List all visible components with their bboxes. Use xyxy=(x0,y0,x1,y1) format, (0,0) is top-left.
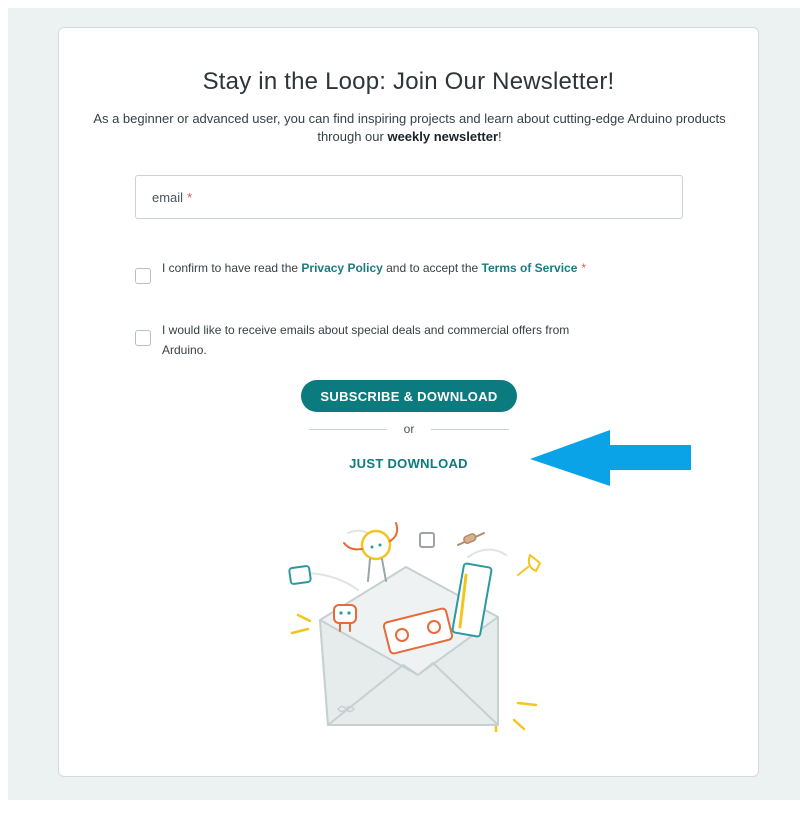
privacy-consent-row: I confirm to have read the Privacy Polic… xyxy=(135,258,592,284)
consent-text: I confirm to have read the xyxy=(162,261,302,275)
divider-text: or xyxy=(403,422,415,436)
newsletter-title: Stay in the Loop: Join Our Newsletter! xyxy=(202,68,615,95)
marketing-consent-label: I would like to receive emails about spe… xyxy=(162,323,570,357)
required-asterisk: * xyxy=(581,261,587,275)
marketing-consent-checkbox[interactable] xyxy=(135,330,151,346)
consent-text-middle: and to accept the xyxy=(382,261,482,275)
terms-of-service-link[interactable]: Terms of Service xyxy=(482,261,578,275)
privacy-consent-label: I confirm to have read the Privacy Polic… xyxy=(162,258,592,278)
divider-line-left xyxy=(309,428,387,430)
privacy-policy-link[interactable]: Privacy Policy xyxy=(301,261,382,275)
email-field[interactable]: email * xyxy=(135,175,683,219)
divider-line-right xyxy=(430,428,509,430)
left-arrow-icon xyxy=(530,430,691,486)
subtitle-suffix: ! xyxy=(498,129,502,144)
newsletter-subtitle: As a beginner or advanced user, you can … xyxy=(89,110,730,146)
marketing-consent-row: I would like to receive emails about spe… xyxy=(135,320,592,360)
subtitle-bold-text: weekly newsletter xyxy=(387,129,499,144)
or-divider: or xyxy=(309,422,509,436)
required-asterisk: * xyxy=(187,189,193,205)
email-placeholder: email xyxy=(152,189,184,205)
subscribe-download-button[interactable]: SUBSCRIBE & DOWNLOAD xyxy=(301,380,517,412)
newsletter-envelope-illustration xyxy=(288,522,541,733)
privacy-consent-checkbox[interactable] xyxy=(135,268,151,284)
